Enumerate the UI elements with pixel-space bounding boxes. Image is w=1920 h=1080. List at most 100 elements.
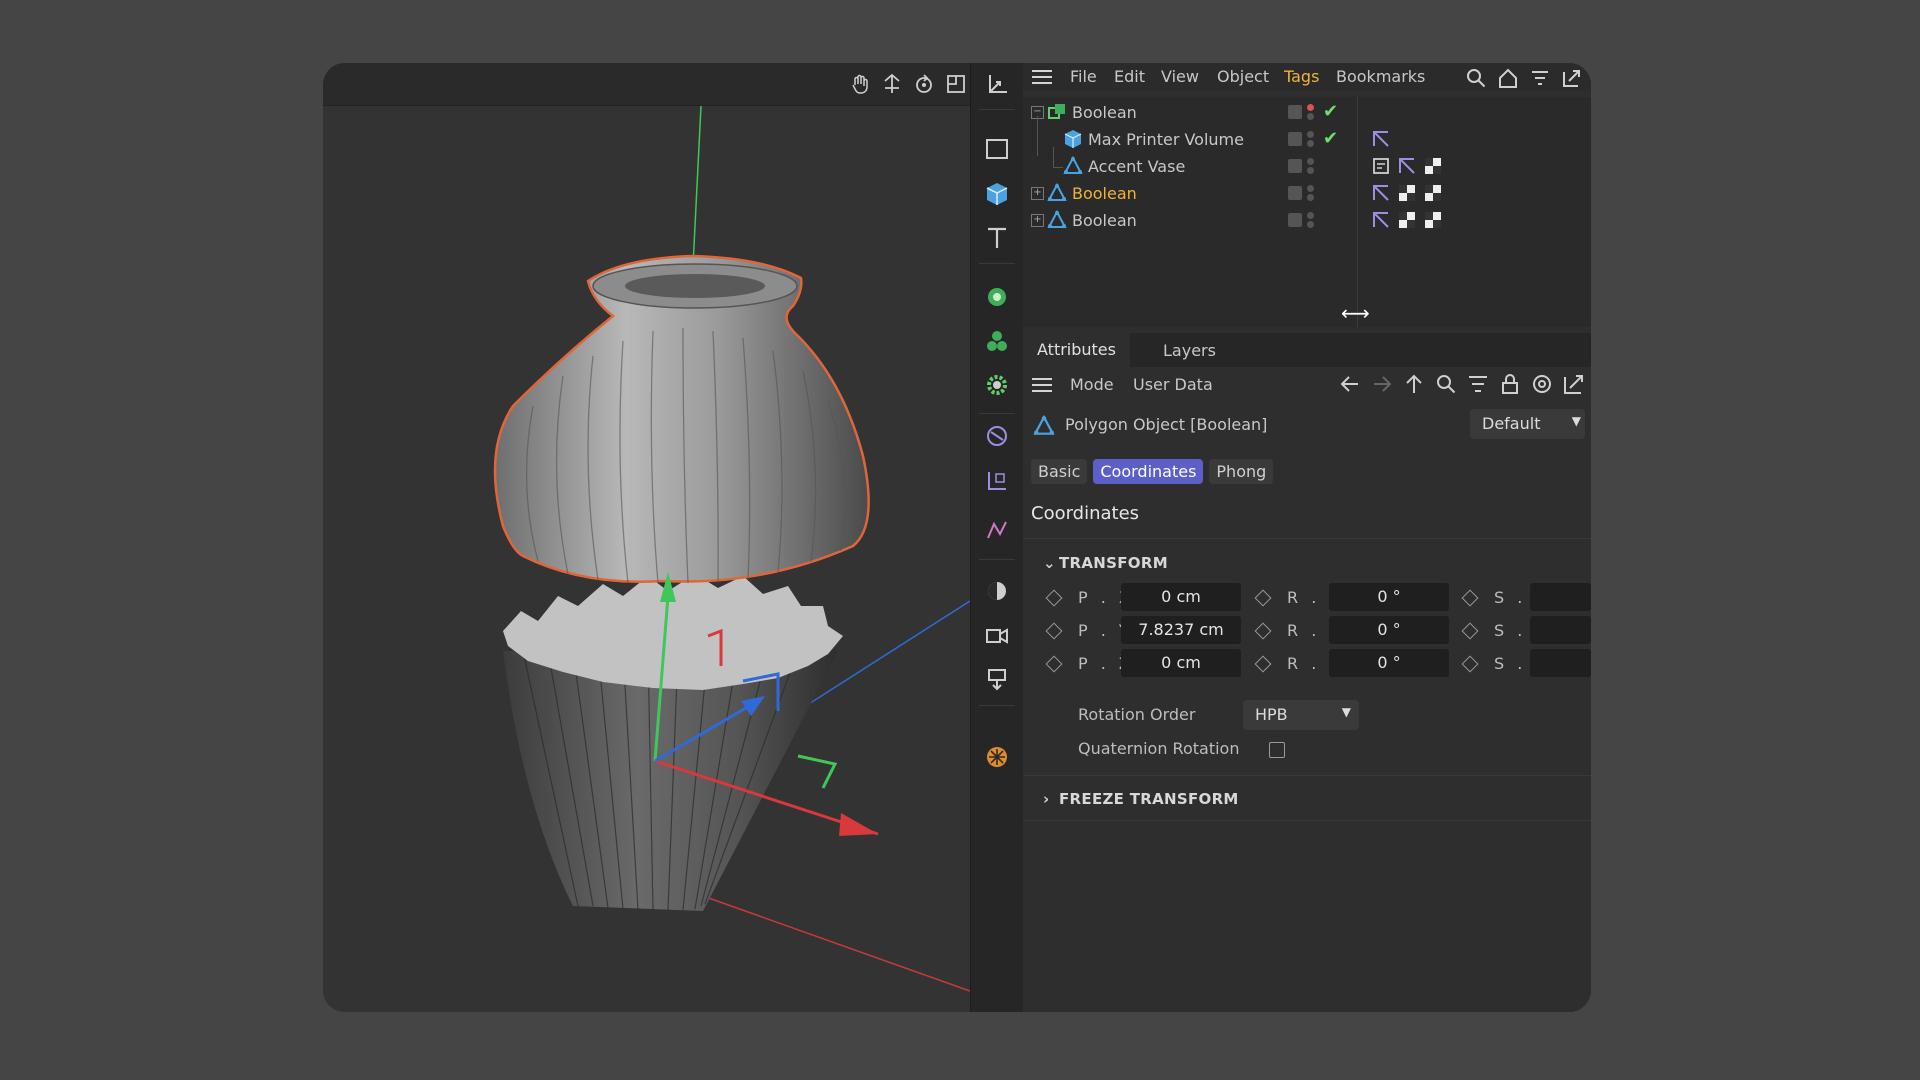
tab-layers[interactable]: Layers — [1163, 341, 1216, 360]
cube-primitive-icon[interactable] — [981, 178, 1013, 210]
cloner-icon[interactable] — [981, 325, 1013, 357]
phong-tag-icon[interactable] — [1371, 210, 1391, 230]
phong-tag-icon[interactable] — [1397, 156, 1417, 176]
material-tag-icon[interactable] — [1423, 183, 1443, 203]
home-icon[interactable] — [1497, 67, 1519, 89]
expand-toggle-icon[interactable]: + — [1031, 187, 1044, 200]
subtab-phong[interactable]: Phong — [1209, 459, 1274, 484]
keyframe-diamond-icon[interactable] — [1461, 655, 1479, 673]
render-visibility-dot[interactable] — [1307, 113, 1314, 120]
render-visibility-dot[interactable] — [1307, 221, 1314, 228]
phong-tag-icon[interactable] — [1371, 129, 1391, 149]
layer-edit-icon[interactable] — [1288, 213, 1302, 227]
keyframe-diamond-icon[interactable] — [1461, 589, 1479, 607]
render-visibility-dot[interactable] — [1307, 194, 1314, 201]
subtab-basic[interactable]: Basic — [1031, 459, 1088, 484]
rot-h-field[interactable]: 0 ° — [1329, 583, 1449, 611]
pos-y-field[interactable]: 7.8237 cm — [1121, 616, 1241, 644]
forward-arrow-icon[interactable] — [1371, 373, 1393, 395]
user-data-menu[interactable]: User Data — [1133, 375, 1213, 394]
menu-edit[interactable]: Edit — [1114, 67, 1145, 86]
transform-group-header[interactable]: ⌄ TRANSFORM — [1043, 554, 1168, 572]
rectangle-select-icon[interactable] — [981, 133, 1013, 165]
keyframe-diamond-icon[interactable] — [1254, 655, 1272, 673]
camera-icon[interactable] — [981, 619, 1013, 651]
rotation-order-dropdown[interactable]: HPB ▼ — [1243, 700, 1359, 730]
layer-edit-icon[interactable] — [1288, 132, 1302, 146]
render-visibility-dot[interactable] — [1307, 167, 1314, 174]
move-icon[interactable] — [880, 72, 904, 96]
new-window-icon[interactable] — [1563, 373, 1585, 395]
render-visibility-dot[interactable] — [1307, 140, 1314, 147]
text-tool-icon[interactable] — [981, 222, 1013, 254]
menu-bookmarks[interactable]: Bookmarks — [1336, 67, 1425, 86]
editor-visibility-dot[interactable] — [1307, 104, 1314, 111]
deformer-icon[interactable] — [981, 420, 1013, 452]
pos-x-field[interactable]: 0 cm — [1121, 583, 1241, 611]
orbit-icon[interactable] — [912, 72, 936, 96]
light-icon[interactable] — [981, 663, 1013, 695]
keyframe-diamond-icon[interactable] — [1045, 622, 1063, 640]
tab-attributes[interactable]: Attributes — [1023, 333, 1130, 367]
target-icon[interactable] — [1531, 373, 1553, 395]
filter-icon[interactable] — [1529, 67, 1551, 89]
selection-tag-icon[interactable] — [1371, 156, 1391, 176]
editor-visibility-dot[interactable] — [1307, 158, 1314, 165]
layer-edit-icon[interactable] — [1288, 159, 1302, 173]
spline-tool-icon[interactable] — [981, 465, 1013, 497]
tree-row-max-printer-volume[interactable]: Max Printer Volume ✔ — [1023, 116, 1591, 156]
material-tag-icon[interactable] — [1397, 210, 1417, 230]
rot-b-field[interactable]: 0 ° — [1329, 649, 1449, 677]
hamburger-menu-icon[interactable] — [1031, 69, 1053, 89]
keyframe-diamond-icon[interactable] — [1254, 622, 1272, 640]
keyframe-diamond-icon[interactable] — [1461, 622, 1479, 640]
back-arrow-icon[interactable] — [1339, 373, 1361, 395]
pan-hand-icon[interactable] — [848, 72, 872, 96]
generator-icon[interactable] — [981, 281, 1013, 313]
freeze-transform-group-header[interactable]: › FREEZE TRANSFORM — [1043, 790, 1239, 808]
mode-menu[interactable]: Mode — [1070, 375, 1114, 394]
quaternion-rotation-checkbox[interactable] — [1269, 742, 1285, 758]
enabled-check-icon[interactable]: ✔ — [1323, 101, 1338, 122]
maximize-view-icon[interactable] — [944, 72, 968, 96]
rot-p-field[interactable]: 0 ° — [1329, 616, 1449, 644]
pos-z-field[interactable]: 0 cm — [1121, 649, 1241, 677]
layer-edit-icon[interactable] — [1288, 186, 1302, 200]
enabled-check-icon[interactable]: ✔ — [1323, 128, 1338, 149]
menu-tags[interactable]: Tags — [1284, 67, 1319, 86]
coordinate-system-tool-icon[interactable] — [981, 69, 1013, 101]
scale-z-field[interactable] — [1530, 649, 1591, 677]
scale-y-field[interactable] — [1530, 616, 1591, 644]
keyframe-diamond-icon[interactable] — [1045, 589, 1063, 607]
material-tag-icon[interactable] — [1423, 210, 1443, 230]
preset-dropdown[interactable]: Default ▼ — [1470, 409, 1585, 439]
material-tag-icon[interactable] — [1423, 156, 1443, 176]
tree-row-boolean-selected[interactable]: + Boolean — [1023, 178, 1591, 208]
phong-tag-icon[interactable] — [1371, 183, 1391, 203]
snowflake-icon[interactable] — [981, 741, 1013, 773]
gizmo-x-arrowhead[interactable] — [839, 813, 878, 836]
3d-viewport[interactable] — [323, 63, 970, 1012]
material-tag-icon[interactable] — [1397, 183, 1417, 203]
keyframe-diamond-icon[interactable] — [1254, 589, 1272, 607]
tree-row-boolean[interactable]: + Boolean — [1023, 205, 1591, 235]
layer-edit-icon[interactable] — [1288, 105, 1302, 119]
editor-visibility-dot[interactable] — [1307, 212, 1314, 219]
filter-icon[interactable] — [1467, 373, 1489, 395]
new-window-icon[interactable] — [1561, 67, 1583, 89]
tree-row-boolean-root[interactable]: − Boolean ✔ — [1023, 97, 1591, 127]
vase-scene[interactable] — [323, 106, 970, 1012]
menu-object[interactable]: Object — [1217, 67, 1269, 86]
effector-gear-icon[interactable] — [981, 369, 1013, 401]
expand-toggle-icon[interactable]: + — [1031, 214, 1044, 227]
lock-icon[interactable] — [1499, 373, 1521, 395]
up-arrow-icon[interactable] — [1403, 373, 1425, 395]
environment-icon[interactable] — [981, 575, 1013, 607]
gizmo-y-plane-handle[interactable] — [797, 754, 838, 789]
hamburger-menu-icon[interactable] — [1031, 377, 1053, 397]
search-icon[interactable] — [1435, 373, 1457, 395]
subtab-coordinates[interactable]: Coordinates — [1093, 459, 1204, 484]
editor-visibility-dot[interactable] — [1307, 185, 1314, 192]
menu-view[interactable]: View — [1161, 67, 1199, 86]
fields-icon[interactable] — [981, 515, 1013, 547]
